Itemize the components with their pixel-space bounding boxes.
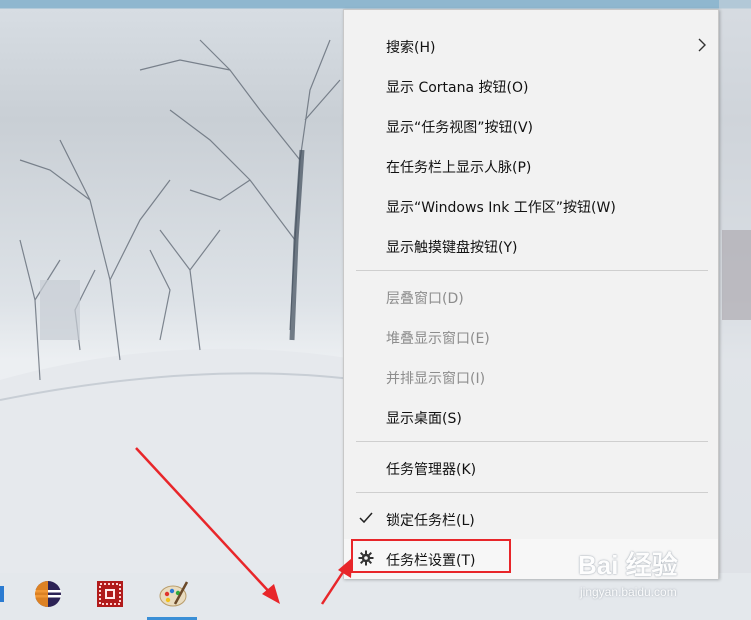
menu-item-show-desktop[interactable]: 显示桌面(S) <box>344 397 718 437</box>
menu-item-show-cortana[interactable]: 显示 Cortana 按钮(O) <box>344 66 718 106</box>
menu-item-label: 显示 Cortana 按钮(O) <box>386 80 529 96</box>
taskbar-app-red[interactable] <box>85 573 135 620</box>
checkmark-icon <box>359 512 373 524</box>
menu-item-label: 显示桌面(S) <box>386 411 462 427</box>
menu-item-side-by-side-windows[interactable]: 并排显示窗口(I) <box>344 357 718 397</box>
menu-item-task-manager[interactable]: 任务管理器(K) <box>344 448 718 488</box>
menu-item-label: 搜索(H) <box>386 40 436 56</box>
menu-separator <box>356 441 708 442</box>
menu-item-show-task-view[interactable]: 显示“任务视图”按钮(V) <box>344 106 718 146</box>
paint-palette-icon <box>159 581 189 607</box>
menu-item-stack-windows[interactable]: 堆叠显示窗口(E) <box>344 317 718 357</box>
menu-item-label: 任务管理器(K) <box>386 462 477 478</box>
watermark-logo: Bai 经验 <box>578 550 678 580</box>
menu-item-label: 层叠窗口(D) <box>386 291 464 307</box>
taskbar-app-eclipse[interactable] <box>23 573 73 620</box>
annotation-highlight-box <box>351 539 511 573</box>
taskbar-app-paint[interactable] <box>147 573 197 620</box>
menu-separator <box>356 270 708 271</box>
pinned-app-edge-fragment-icon[interactable] <box>0 586 4 602</box>
menu-item-label: 显示“任务视图”按钮(V) <box>386 120 534 136</box>
eclipse-icon <box>35 581 61 607</box>
menu-item-label: 显示触摸键盘按钮(Y) <box>386 240 518 256</box>
menu-item-cascade-windows[interactable]: 层叠窗口(D) <box>344 277 718 317</box>
menu-item-lock-taskbar[interactable]: 锁定任务栏(L) <box>344 499 718 539</box>
baidu-jingyan-watermark: Bai 经验 jingyan.baidu.com <box>578 545 738 605</box>
taskbar-context-menu: 搜索(H) 显示 Cortana 按钮(O) 显示“任务视图”按钮(V) 在任务… <box>343 9 719 579</box>
menu-item-label: 堆叠显示窗口(E) <box>386 331 490 347</box>
menu-item-label: 在任务栏上显示人脉(P) <box>386 160 532 176</box>
menu-item-show-windows-ink[interactable]: 显示“Windows Ink 工作区”按钮(W) <box>344 186 718 226</box>
menu-item-show-touch-keyboard[interactable]: 显示触摸键盘按钮(Y) <box>344 226 718 266</box>
watermark-url: jingyan.baidu.com <box>580 585 677 599</box>
app-red-icon <box>97 581 123 607</box>
menu-item-label: 锁定任务栏(L) <box>386 513 475 529</box>
menu-item-search[interactable]: 搜索(H) <box>344 26 718 66</box>
chevron-right-icon <box>698 38 706 52</box>
menu-item-show-people[interactable]: 在任务栏上显示人脉(P) <box>344 146 718 186</box>
menu-item-label: 显示“Windows Ink 工作区”按钮(W) <box>386 200 616 216</box>
menu-separator <box>356 492 708 493</box>
menu-item-label: 并排显示窗口(I) <box>386 371 486 387</box>
